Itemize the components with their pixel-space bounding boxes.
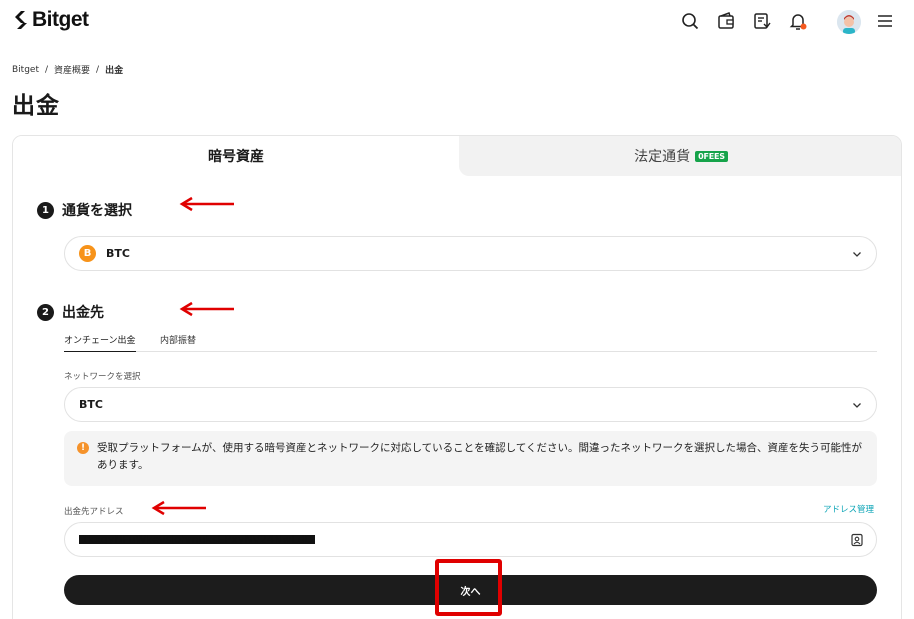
breadcrumb-current: 出金: [105, 66, 124, 76]
address-value-redacted: 1kxqyNFuWkevsjohmuksEPxyNV24NwLdD: [79, 535, 315, 544]
bell-icon[interactable]: [788, 11, 808, 31]
tab-crypto[interactable]: 暗号資産: [13, 136, 459, 176]
page-title: 出金: [12, 93, 60, 119]
address-manage-link[interactable]: アドレス管理: [823, 503, 874, 515]
subtab-internal-transfer[interactable]: 内部振替: [160, 333, 196, 352]
wallet-icon[interactable]: [716, 11, 736, 31]
next-button[interactable]: 次へ: [64, 575, 877, 605]
step-number: 2: [37, 303, 54, 321]
network-warning: ! 受取プラットフォームが、使用する暗号資産とネットワークに対応していることを確…: [64, 431, 877, 486]
logo-text: Bitget: [32, 8, 89, 31]
breadcrumb-home[interactable]: Bitget: [12, 65, 39, 75]
breadcrumb: Bitget / 資産概要 / 出金: [12, 63, 124, 77]
menu-icon[interactable]: [875, 11, 895, 31]
step-title: 出金先: [62, 305, 104, 321]
bitget-logo[interactable]: Bitget: [12, 8, 89, 32]
network-select[interactable]: BTC: [64, 387, 877, 422]
breadcrumb-separator: /: [44, 64, 49, 75]
notification-dot: [800, 23, 807, 30]
network-label: ネットワークを選択: [64, 372, 141, 382]
step-select-coin: 1 通貨を選択: [37, 200, 132, 220]
breadcrumb-assets[interactable]: 資産概要: [54, 63, 90, 76]
tab-crypto-label: 暗号資産: [208, 149, 264, 165]
address-input[interactable]: 1kxqyNFuWkevsjohmuksEPxyNV24NwLdD: [64, 522, 877, 557]
step-destination: 2 出金先: [37, 302, 104, 322]
coin-select-value: BTC: [106, 247, 130, 260]
network-select-value: BTC: [79, 398, 103, 411]
next-button-label: 次へ: [460, 586, 481, 598]
search-icon[interactable]: [680, 11, 700, 31]
avatar[interactable]: [837, 10, 861, 34]
bitcoin-icon: B: [79, 245, 96, 262]
chevron-down-icon: [853, 403, 861, 408]
top-header: Bitget: [0, 0, 914, 44]
warning-text: 受取プラットフォームが、使用する暗号資産とネットワークに対応していることを確認し…: [97, 442, 863, 471]
step-title: 通貨を選択: [62, 203, 132, 219]
step-number: 1: [37, 201, 54, 219]
zero-fees-badge: 0FEES: [695, 150, 728, 162]
warning-icon: !: [77, 442, 89, 454]
address-book-icon[interactable]: [850, 533, 864, 547]
tab-fiat-label: 法定通貨: [634, 149, 691, 165]
address-label: 出金先アドレス: [64, 507, 124, 517]
orders-icon[interactable]: [752, 11, 772, 31]
destination-subtabs: オンチェーン出金 内部振替: [64, 333, 877, 352]
coin-select[interactable]: B BTC: [64, 236, 877, 271]
breadcrumb-separator: /: [96, 64, 100, 75]
subtab-onchain[interactable]: オンチェーン出金: [64, 333, 136, 352]
bitget-logo-mark: [15, 11, 27, 29]
chevron-down-icon: [853, 252, 861, 257]
tab-fiat[interactable]: 法定通貨 0FEES: [459, 136, 901, 176]
